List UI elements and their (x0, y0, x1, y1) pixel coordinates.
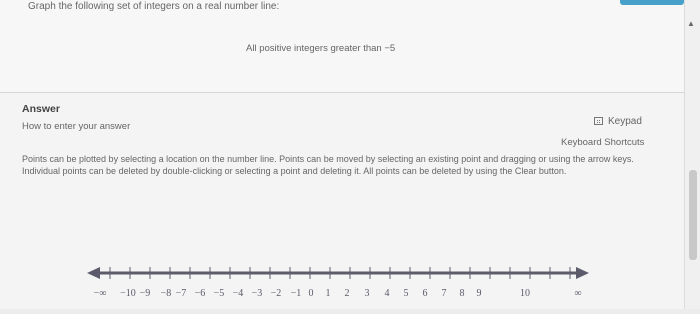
problem-statement: All positive integers greater than −5 (246, 43, 396, 54)
number-line-label: −∞ (94, 288, 107, 299)
number-line-label: 9 (477, 288, 482, 299)
how-to-enter-link[interactable]: How to enter your answer (22, 121, 130, 132)
number-line-label: −1 (291, 288, 302, 299)
number-line-label: 1 (326, 288, 331, 299)
right-arrow-icon (576, 267, 589, 279)
number-line-label: 7 (442, 288, 447, 299)
keypad-label: Keypad (608, 115, 642, 127)
number-line-label: −6 (195, 288, 206, 299)
number-line-label: −2 (271, 288, 282, 299)
number-line-label: −9 (140, 288, 151, 299)
number-line-label: −10 (120, 288, 136, 299)
number-line-label: 0 (309, 288, 314, 299)
left-arrow-icon (87, 267, 100, 279)
instructions-text: Points can be plotted by selecting a loc… (22, 154, 634, 176)
scroll-up-icon[interactable]: ▲ (687, 19, 695, 28)
number-line-label: −3 (252, 288, 263, 299)
keyboard-shortcuts-link[interactable]: Keyboard Shortcuts (561, 137, 644, 148)
number-line-label: 5 (404, 288, 409, 299)
correct-tab[interactable] (620, 0, 684, 5)
scroll-thumb[interactable] (689, 170, 697, 260)
number-line-label: −5 (214, 288, 225, 299)
question-text: Graph the following set of integers on a… (28, 1, 280, 12)
number-line-label: −8 (161, 288, 172, 299)
keypad-button[interactable]: Keypad (594, 113, 642, 129)
number-line-label: 10 (520, 288, 530, 299)
number-line-label: −4 (233, 288, 244, 299)
number-line-label: 4 (385, 288, 390, 299)
number-line-label: 6 (423, 288, 428, 299)
number-line-label: 2 (345, 288, 350, 299)
number-line-label: ∞ (574, 288, 581, 299)
keypad-icon (594, 117, 603, 125)
number-line-label: 3 (365, 288, 370, 299)
number-line-area[interactable]: −∞ −10 −9 −8 −7 −6 −5 −4 −3 −2 −1 0 1 2 3 4 5 6 7 8 9 10 ∞ (0, 250, 684, 309)
number-line-label: −7 (176, 288, 187, 299)
number-line-label: 8 (460, 288, 465, 299)
number-line[interactable]: −∞ −10 −9 −8 −7 −6 −5 −4 −3 −2 −1 0 1 2 3 4 5 6 7 8 9 10 ∞ (0, 250, 684, 309)
scrollbar[interactable] (684, 0, 700, 309)
answer-heading: Answer (22, 103, 60, 115)
